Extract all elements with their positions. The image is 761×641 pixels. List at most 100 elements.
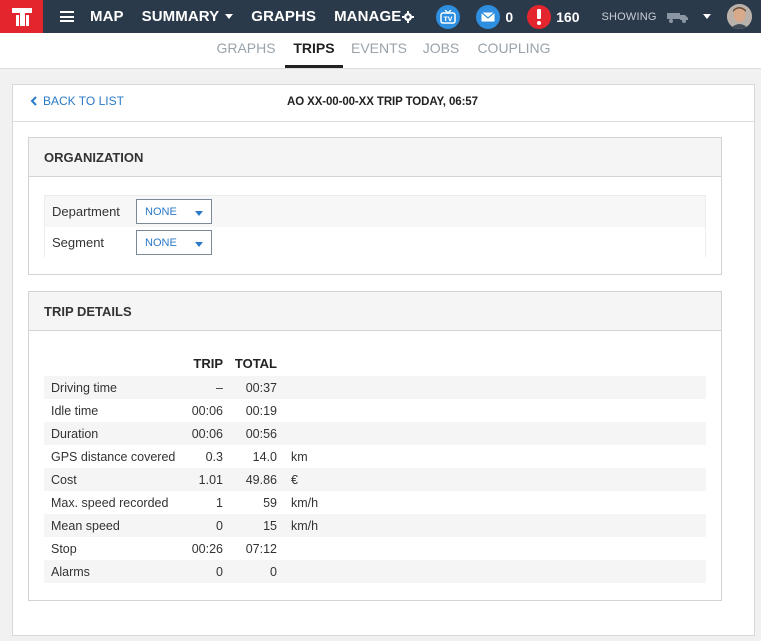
header-total: TOTAL (223, 350, 277, 376)
tv-icon: TV (440, 9, 457, 24)
row-unit: km/h (277, 514, 706, 537)
card-header: BACK TO LIST AO XX-00-00-XX TRIP TODAY, … (13, 85, 754, 122)
row-unit (277, 560, 706, 583)
main-nav: MAP SUMMARY GRAPHS MANAGE (90, 8, 415, 25)
row-unit (277, 422, 706, 445)
truck-icon[interactable] (666, 10, 689, 24)
organization-fields: Department NONE Segment NONE (44, 195, 706, 258)
table-row: Stop 00:26 07:12 (44, 537, 706, 560)
row-label: Idle time (44, 399, 181, 422)
segment-row: Segment NONE (45, 227, 705, 258)
header-unit (277, 350, 706, 376)
row-label: Alarms (44, 560, 181, 583)
table-row: Driving time – 00:37 (44, 376, 706, 399)
row-total: 14.0 (223, 445, 277, 468)
row-trip: 1.01 (181, 468, 223, 491)
row-label: Max. speed recorded (44, 491, 181, 514)
trip-details-panel: TRIP DETAILS TRIP TOTAL Driving time – 0… (28, 291, 722, 601)
row-total: 0 (223, 560, 277, 583)
row-label: Driving time (44, 376, 181, 399)
menu-icon[interactable] (60, 11, 74, 22)
messages-count: 0 (505, 8, 514, 25)
row-total: 00:37 (223, 376, 277, 399)
row-unit (277, 376, 706, 399)
segment-label: Segment (52, 235, 105, 250)
nav-graphs-label: GRAPHS (251, 8, 317, 25)
back-label: BACK TO LIST (43, 94, 124, 108)
trip-card: BACK TO LIST AO XX-00-00-XX TRIP TODAY, … (12, 84, 755, 636)
nav-manage[interactable]: MANAGE (334, 8, 415, 25)
table-row: GPS distance covered 0.3 14.0 km (44, 445, 706, 468)
row-total: 00:19 (223, 399, 277, 422)
row-label: Cost (44, 468, 181, 491)
table-row: Max. speed recorded 1 59 km/h (44, 491, 706, 514)
logo-icon (11, 7, 32, 26)
row-trip: 00:26 (181, 537, 223, 560)
tab-events[interactable]: EVENTS (348, 33, 410, 68)
nav-graphs[interactable]: GRAPHS (251, 8, 316, 25)
row-total: 49.86 (223, 468, 277, 491)
svg-text:TV: TV (444, 16, 453, 23)
alerts-count: 160 (556, 8, 580, 25)
row-trip: 00:06 (181, 399, 223, 422)
table-row: Duration 00:06 00:56 (44, 422, 706, 445)
row-total: 15 (223, 514, 277, 537)
segment-select[interactable]: NONE (136, 230, 212, 255)
row-unit (277, 399, 706, 422)
row-unit: km/h (277, 491, 706, 514)
tab-jobs[interactable]: JOBS (418, 33, 464, 68)
nav-map[interactable]: MAP (90, 8, 124, 25)
nav-manage-label: MANAGE (334, 8, 402, 25)
showing-label: SHOWING (601, 10, 657, 23)
table-row: Cost 1.01 49.86 € (44, 468, 706, 491)
row-trip: 1 (181, 491, 223, 514)
table-row: Mean speed 0 15 km/h (44, 514, 706, 537)
messages-button[interactable] (476, 4, 501, 29)
department-label: Department (52, 204, 120, 219)
department-row: Department NONE (45, 196, 705, 227)
row-trip: 0 (181, 560, 223, 583)
nav-map-label: MAP (90, 8, 124, 25)
row-trip: 0.3 (181, 445, 223, 468)
back-to-list-link[interactable]: BACK TO LIST (30, 94, 124, 108)
row-trip: 00:06 (181, 422, 223, 445)
avatar[interactable] (727, 4, 752, 29)
department-select[interactable]: NONE (136, 199, 212, 224)
row-unit: km (277, 445, 706, 468)
row-trip: – (181, 376, 223, 399)
organization-panel: ORGANIZATION Department NONE Segment NON… (28, 137, 722, 275)
organization-heading: ORGANIZATION (29, 138, 721, 177)
nav-summary-label: SUMMARY (141, 8, 220, 25)
gear-icon (402, 10, 415, 23)
alerts-button[interactable] (527, 4, 552, 29)
tab-graphs[interactable]: GRAPHS (212, 33, 280, 68)
tab-trips[interactable]: TRIPS (285, 33, 343, 68)
trip-details-heading: TRIP DETAILS (29, 292, 721, 331)
page-title: AO XX-00-00-XX TRIP TODAY, 06:57 (287, 96, 478, 108)
chevron-left-icon (30, 96, 37, 106)
table-header-row: TRIP TOTAL (44, 350, 706, 376)
row-total: 07:12 (223, 537, 277, 560)
nav-summary[interactable]: SUMMARY (142, 8, 234, 25)
row-unit: € (277, 468, 706, 491)
chevron-down-icon[interactable] (702, 14, 711, 19)
user-avatar-icon (727, 4, 752, 29)
row-label: Mean speed (44, 514, 181, 537)
header-blank (44, 350, 181, 376)
row-label: GPS distance covered (44, 445, 181, 468)
row-total: 00:56 (223, 422, 277, 445)
logo[interactable] (0, 0, 43, 33)
tv-button[interactable]: TV (436, 4, 461, 29)
row-total: 59 (223, 491, 277, 514)
row-trip: 0 (181, 514, 223, 537)
header-trip: TRIP (181, 350, 223, 376)
row-label: Stop (44, 537, 181, 560)
exclamation-icon (537, 8, 542, 25)
tab-coupling[interactable]: COUPLING (474, 33, 554, 68)
table-row: Alarms 0 0 (44, 560, 706, 583)
top-bar: MAP SUMMARY GRAPHS MANAGE TV 0 160 SHOWI… (0, 0, 761, 33)
status-area: TV 0 160 SHOWING (436, 4, 711, 29)
table-row: Idle time 00:06 00:19 (44, 399, 706, 422)
row-label: Duration (44, 422, 181, 445)
sub-nav: GRAPHS TRIPS EVENTS JOBS COUPLING (0, 33, 761, 69)
